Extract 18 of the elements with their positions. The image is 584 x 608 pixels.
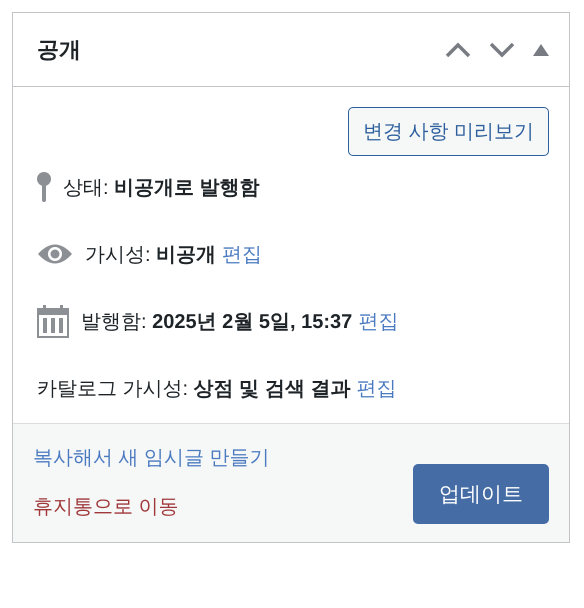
- edit-link[interactable]: 편집: [222, 240, 262, 268]
- copy-to-draft-link[interactable]: 복사해서 새 임시글 만들기: [33, 444, 270, 471]
- move-up-icon[interactable]: [445, 42, 471, 58]
- meta-text: 카탈로그 가시성: 상점 및 검색 결과: [37, 376, 350, 402]
- meta-text: 발행함: 2025년 2월 5일, 15:37: [81, 310, 352, 334]
- calendar-icon: [37, 304, 69, 338]
- preview-changes-button[interactable]: 변경 사항 미리보기: [348, 107, 549, 156]
- edit-link[interactable]: 편집: [358, 308, 398, 334]
- update-button[interactable]: 업데이트: [413, 464, 549, 524]
- pin-icon: [37, 172, 51, 202]
- meta-text: 가시성: 비공개: [85, 242, 216, 268]
- panel-title: 공개: [37, 36, 81, 64]
- edit-link[interactable]: 편집: [356, 374, 396, 402]
- collapse-triangle-icon[interactable]: [533, 44, 549, 56]
- move-to-trash-link[interactable]: 휴지통으로 이동: [33, 493, 270, 520]
- meta-text: 상태: 비공개로 발행함: [63, 176, 260, 200]
- eye-icon: [37, 243, 73, 265]
- move-down-icon[interactable]: [489, 42, 515, 58]
